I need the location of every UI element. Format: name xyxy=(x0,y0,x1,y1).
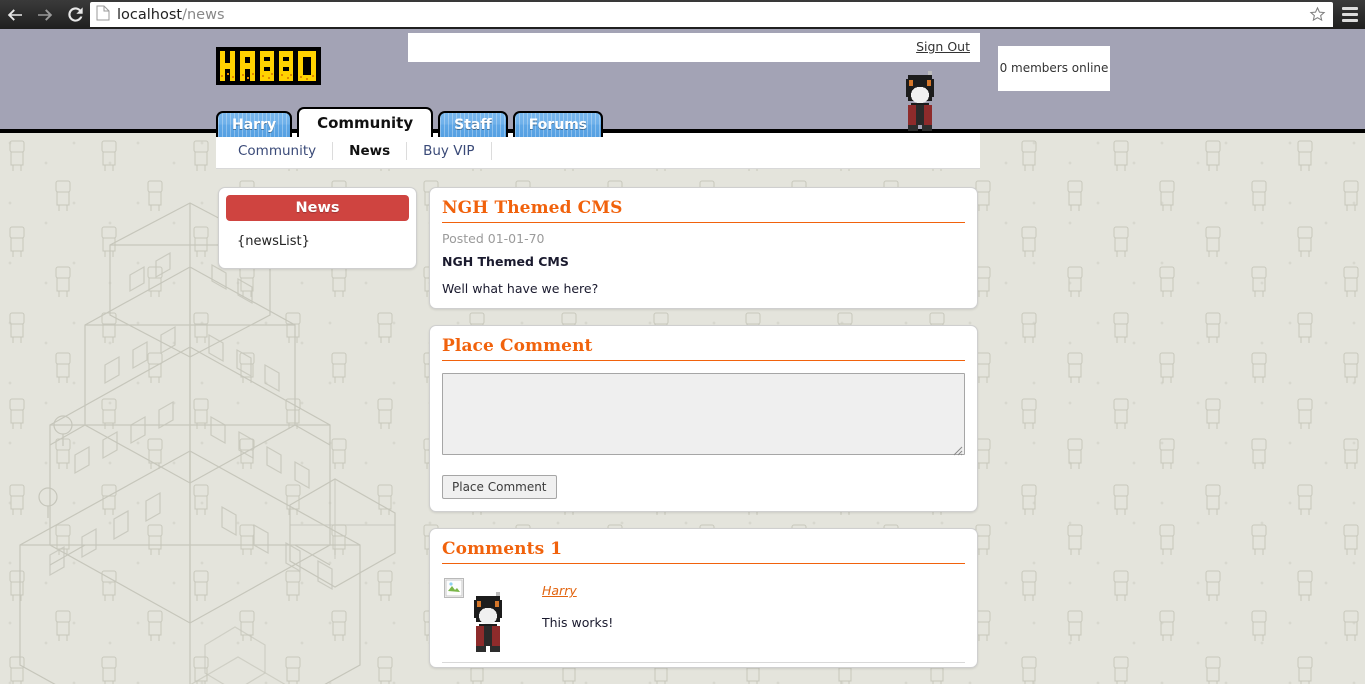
tab-forums[interactable]: Forums xyxy=(512,111,604,137)
subnav-label: Buy VIP xyxy=(423,142,475,159)
page-body: Sign Out 0 members online Harry Communit… xyxy=(0,29,1365,684)
subnav-item-buy-vip[interactable]: Buy VIP xyxy=(407,141,492,160)
article-subtitle: NGH Themed CMS xyxy=(442,254,569,269)
news-sidebar: News {newsList} xyxy=(218,187,417,269)
subnav-item-community[interactable]: Community xyxy=(238,141,334,160)
comments-card: Comments 1 Harry This works! xyxy=(429,528,978,668)
site-header: Sign Out 0 members online xyxy=(0,29,1365,133)
habbo-logo[interactable] xyxy=(216,47,321,85)
bookmark-star-icon[interactable] xyxy=(1308,5,1327,24)
subnav-item-news[interactable]: News xyxy=(333,141,408,160)
members-online-text: 0 members online xyxy=(999,61,1109,75)
habbo-avatar xyxy=(906,71,934,131)
news-list-placeholder: {newsList} xyxy=(237,234,310,249)
comment-textarea[interactable] xyxy=(442,373,965,455)
comment-item: Harry This works! xyxy=(442,572,965,658)
top-white-bar: Sign Out xyxy=(408,33,980,62)
tab-harry[interactable]: Harry xyxy=(216,111,293,137)
content-columns: News {newsList} NGH Themed CMS Posted 01… xyxy=(216,169,980,684)
reload-icon[interactable] xyxy=(60,0,90,29)
content-wrapper: Community News Buy VIP News {newsList} N… xyxy=(216,133,980,684)
tab-label: Community xyxy=(317,114,414,132)
address-bar[interactable]: localhost/news xyxy=(90,2,1333,27)
subnav-label: Community xyxy=(238,142,317,159)
comment-text: This works! xyxy=(542,615,614,630)
forward-arrow-icon[interactable] xyxy=(30,0,60,29)
members-online-box: 0 members online xyxy=(998,46,1110,91)
sub-navigation: Community News Buy VIP xyxy=(216,133,980,169)
subnav-label: News xyxy=(349,142,391,159)
place-comment-card: Place Comment Place Comment xyxy=(429,325,978,512)
page-document-icon xyxy=(96,5,110,25)
browser-chrome: localhost/news xyxy=(0,0,1365,29)
comment-textarea-wrapper xyxy=(442,369,965,459)
place-comment-title: Place Comment xyxy=(442,336,965,361)
article-card: NGH Themed CMS Posted 01-01-70 NGH Theme… xyxy=(429,187,978,309)
comment-avatar-column xyxy=(442,578,542,658)
tab-community[interactable]: Community xyxy=(297,107,434,137)
comment-body: Harry This works! xyxy=(542,578,613,658)
broken-image-icon xyxy=(444,578,464,598)
menu-line xyxy=(1342,18,1358,22)
menu-line xyxy=(1342,12,1358,16)
article-body: Well what have we here? xyxy=(442,281,599,296)
sign-out-link[interactable]: Sign Out xyxy=(916,39,970,54)
comment-author-link[interactable]: Harry xyxy=(542,583,577,598)
tab-label: Forums xyxy=(528,117,588,133)
article-posted-date: Posted 01-01-70 xyxy=(442,231,545,246)
comments-title: Comments 1 xyxy=(442,539,965,564)
tab-label: Harry xyxy=(232,117,277,133)
article-title: NGH Themed CMS xyxy=(442,198,965,223)
menu-line xyxy=(1342,6,1358,10)
sidebar-title: News xyxy=(226,195,409,221)
commenter-avatar xyxy=(474,592,502,652)
primary-tabs: Harry Community Staff Forums xyxy=(216,107,608,137)
url-text: localhost/news xyxy=(117,6,225,23)
place-comment-button[interactable]: Place Comment xyxy=(442,475,557,499)
comments-divider xyxy=(442,662,965,663)
main-column: NGH Themed CMS Posted 01-01-70 NGH Theme… xyxy=(429,187,978,684)
hamburger-menu-icon[interactable] xyxy=(1339,3,1361,25)
tab-staff[interactable]: Staff xyxy=(438,111,508,137)
tab-label: Staff xyxy=(454,117,492,133)
back-arrow-icon[interactable] xyxy=(0,0,30,29)
